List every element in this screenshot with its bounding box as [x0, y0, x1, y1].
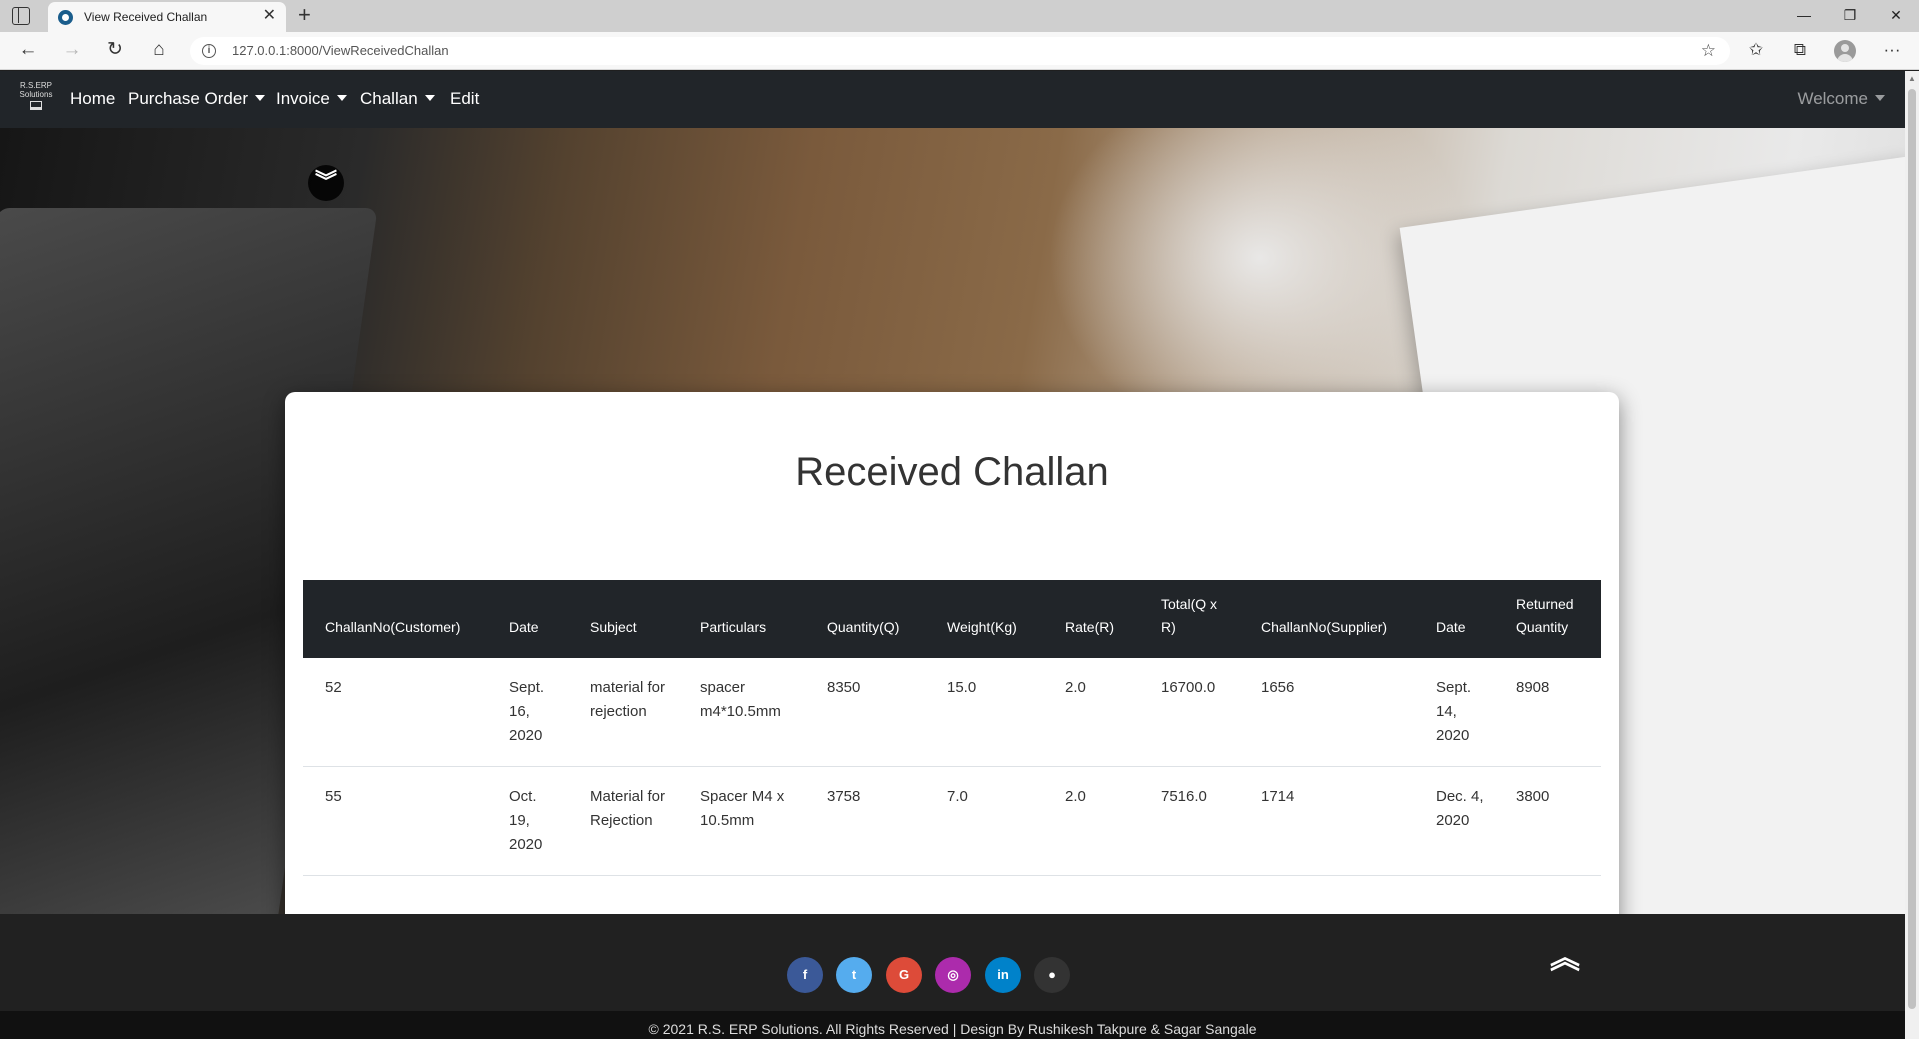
- column-header: Particulars: [678, 580, 805, 658]
- facebook-icon[interactable]: f: [787, 957, 823, 993]
- page-viewport: R.S.ERP Solutions Home Purchase Order In…: [0, 71, 1905, 1039]
- nav-edit[interactable]: Edit: [450, 88, 479, 110]
- brand-line-1: R.S.ERP: [19, 81, 52, 90]
- tab-close-icon[interactable]: ✕: [263, 7, 276, 25]
- chevrons-down-icon[interactable]: ︾: [308, 165, 344, 201]
- column-header: Date: [487, 580, 568, 658]
- table-cell: 52: [303, 658, 487, 767]
- collections-icon[interactable]: ⧉: [1786, 38, 1814, 62]
- scrollbar-thumb[interactable]: [1908, 89, 1916, 1009]
- caret-down-icon: [1875, 95, 1885, 101]
- profile-avatar[interactable]: [1834, 40, 1856, 62]
- nav-purchase-order[interactable]: Purchase Order: [128, 88, 265, 110]
- table-cell: 7516.0: [1139, 766, 1239, 876]
- favorites-icon[interactable]: ✩: [1742, 38, 1770, 62]
- table-cell: Dec. 4, 2020: [1414, 766, 1494, 876]
- column-header: Quantity(Q): [805, 580, 925, 658]
- table-row: 52 Sept. 16, 2020 material for rejection…: [303, 658, 1601, 767]
- caret-down-icon: [424, 95, 435, 101]
- page-footer: f t G ◎ in ● ︽ © 2021 R.S. ERP Solutions…: [0, 914, 1905, 1039]
- new-tab-button[interactable]: +: [298, 2, 311, 28]
- tab-title: View Received Challan: [84, 10, 208, 24]
- nav-home[interactable]: Home: [70, 88, 115, 110]
- table-cell: 16700.0: [1139, 658, 1239, 767]
- caret-down-icon: [255, 95, 265, 101]
- challan-card: Received Challan ChallanNo(Customer) Dat…: [285, 392, 1619, 914]
- browser-address-bar: ← → ↻ ⌂ i 127.0.0.1:8000/ViewReceivedCha…: [0, 32, 1919, 70]
- welcome-dropdown[interactable]: Welcome: [1797, 88, 1885, 110]
- nav-invoice[interactable]: Invoice: [276, 88, 347, 110]
- tab-actions-icon[interactable]: [12, 7, 30, 25]
- linkedin-icon[interactable]: in: [985, 957, 1021, 993]
- table-cell: 8350: [805, 658, 925, 767]
- copyright-text: © 2021 R.S. ERP Solutions. All Rights Re…: [0, 1011, 1905, 1039]
- table-cell: material for rejection: [568, 658, 678, 767]
- column-header: Returned Quantity: [1494, 580, 1601, 658]
- close-window-button[interactable]: ✕: [1873, 3, 1919, 27]
- column-header: Total(Q x R): [1139, 580, 1239, 658]
- hero-background: ︾ Received Challan ChallanNo(Customer) D…: [0, 128, 1905, 914]
- forward-icon[interactable]: →: [58, 38, 86, 62]
- site-favicon-icon: [58, 10, 73, 25]
- table-cell: 3800: [1494, 766, 1601, 876]
- scroll-to-top-icon[interactable]: ︽: [1547, 941, 1583, 977]
- table-cell: 7.0: [925, 766, 1043, 876]
- site-info-icon[interactable]: i: [202, 44, 216, 58]
- column-header: ChallanNo(Supplier): [1239, 580, 1414, 658]
- table-cell: 1714: [1239, 766, 1414, 876]
- received-challan-table: ChallanNo(Customer) Date Subject Particu…: [303, 580, 1601, 876]
- reload-icon[interactable]: ↻: [101, 38, 129, 62]
- twitter-icon[interactable]: t: [836, 957, 872, 993]
- home-icon[interactable]: ⌂: [145, 38, 173, 62]
- table-cell: Oct. 19, 2020: [487, 766, 568, 876]
- table-cell: Sept. 14, 2020: [1414, 658, 1494, 767]
- table-cell: Material for Rejection: [568, 766, 678, 876]
- table-cell: 1656: [1239, 658, 1414, 767]
- url-text: 127.0.0.1:8000/ViewReceivedChallan: [232, 43, 449, 58]
- column-header: Subject: [568, 580, 678, 658]
- browser-tab[interactable]: View Received Challan ✕: [48, 2, 286, 32]
- brand-line-2: Solutions: [19, 90, 53, 99]
- table-cell: 3758: [805, 766, 925, 876]
- table-cell: Spacer M4 x 10.5mm: [678, 766, 805, 876]
- table-cell: 2.0: [1043, 658, 1139, 767]
- browser-menu-icon[interactable]: ···: [1878, 38, 1906, 62]
- restore-button[interactable]: ❐: [1827, 3, 1873, 27]
- column-header: Weight(Kg): [925, 580, 1043, 658]
- table-cell: 15.0: [925, 658, 1043, 767]
- table-cell: Sept. 16, 2020: [487, 658, 568, 767]
- page-scrollbar[interactable]: ▲: [1905, 71, 1919, 1039]
- column-header: Date: [1414, 580, 1494, 658]
- table-header-row: ChallanNo(Customer) Date Subject Particu…: [303, 580, 1601, 658]
- table-cell: spacer m4*10.5mm: [678, 658, 805, 767]
- brand-logo[interactable]: R.S.ERP Solutions: [10, 81, 62, 110]
- github-icon[interactable]: ●: [1034, 957, 1070, 993]
- page-title: Received Challan: [795, 450, 1109, 494]
- google-icon[interactable]: G: [886, 957, 922, 993]
- minimize-button[interactable]: —: [1781, 3, 1827, 27]
- column-header: Rate(R): [1043, 580, 1139, 658]
- caret-down-icon: [336, 95, 347, 101]
- add-favorite-icon[interactable]: ☆: [1701, 41, 1716, 61]
- browser-tab-bar: View Received Challan ✕ + — ❐ ✕: [0, 0, 1919, 32]
- url-input[interactable]: i 127.0.0.1:8000/ViewReceivedChallan ☆: [190, 37, 1730, 65]
- scroll-up-arrow-icon[interactable]: ▲: [1908, 74, 1916, 83]
- back-icon[interactable]: ←: [14, 38, 42, 62]
- instagram-icon[interactable]: ◎: [935, 957, 971, 993]
- table-row: 55 Oct. 19, 2020 Material for Rejection …: [303, 766, 1601, 876]
- laptop-icon: [30, 101, 42, 110]
- nav-challan[interactable]: Challan: [360, 88, 435, 110]
- main-navbar: R.S.ERP Solutions Home Purchase Order In…: [0, 71, 1905, 128]
- table-cell: 8908: [1494, 658, 1601, 767]
- table-cell: 2.0: [1043, 766, 1139, 876]
- column-header: ChallanNo(Customer): [303, 580, 487, 658]
- table-cell: 55: [303, 766, 487, 876]
